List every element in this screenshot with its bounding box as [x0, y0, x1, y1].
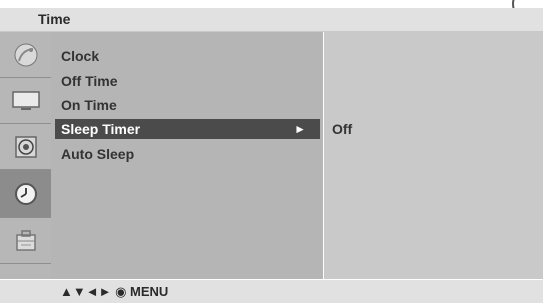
toolbox-icon — [15, 229, 36, 251]
menu-item-label: On Time — [61, 97, 117, 113]
title-bar: Time — [0, 8, 543, 32]
category-special[interactable] — [0, 218, 51, 264]
navigation-hint: ▲▼◄► ◉ MENU — [60, 284, 169, 299]
value-panel: Off — [324, 32, 543, 279]
menu-item-label: Clock — [61, 48, 100, 64]
monitor-icon — [11, 90, 40, 110]
menu-item-label: Auto Sleep — [61, 146, 135, 162]
time-menu-panel: Clock Off Time On Time Sleep Timer ► Aut… — [51, 32, 323, 279]
menu-item-off-time[interactable]: Off Time — [61, 71, 118, 91]
category-icon-column — [0, 32, 51, 279]
category-picture[interactable] — [0, 78, 51, 124]
menu-item-label: Sleep Timer — [61, 121, 141, 137]
category-station[interactable] — [0, 32, 51, 78]
satellite-dish-icon — [14, 43, 37, 66]
menu-item-auto-sleep[interactable]: Auto Sleep — [61, 144, 134, 164]
menu-item-label: Off Time — [61, 73, 118, 89]
menu-item-clock[interactable]: Clock — [61, 46, 99, 66]
menu-item-sleep-timer[interactable]: Sleep Timer ► — [55, 119, 320, 139]
menu-title: Time — [38, 11, 71, 27]
navigation-hint-bar: ▲▼◄► ◉ MENU — [0, 280, 543, 303]
menu-item-on-time[interactable]: On Time — [61, 95, 117, 115]
category-sound[interactable] — [0, 124, 51, 170]
category-time[interactable] — [0, 170, 51, 218]
submenu-arrow-icon: ► — [294, 122, 306, 136]
speaker-icon — [14, 135, 37, 158]
sleep-timer-value[interactable]: Off — [332, 121, 352, 137]
clock-icon — [14, 182, 37, 205]
